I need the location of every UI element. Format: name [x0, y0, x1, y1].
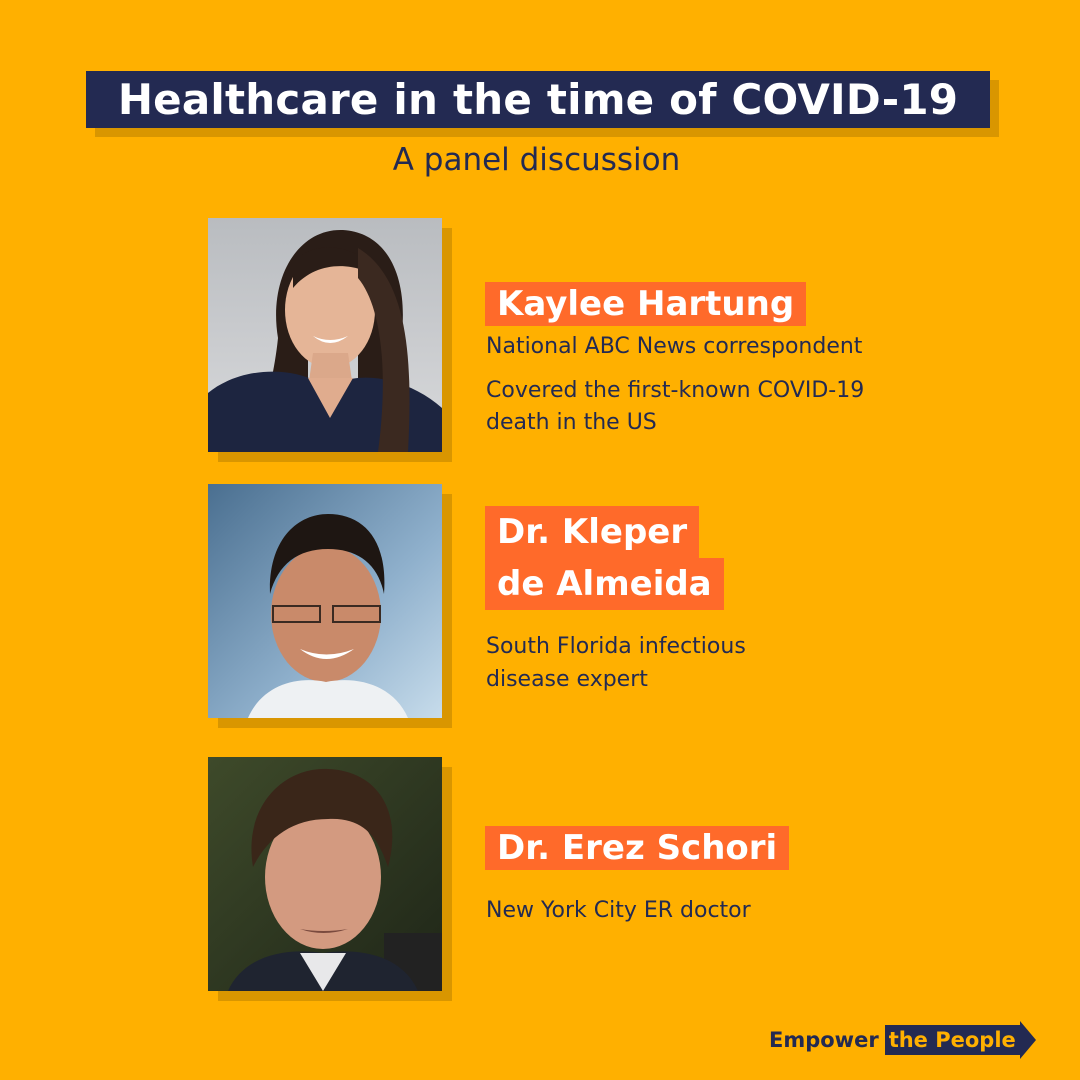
- page-subtitle: A panel discussion: [392, 142, 681, 178]
- panelist-1-name: Kaylee Hartung: [485, 282, 807, 326]
- page-title: Healthcare in the time of COVID-19: [86, 71, 990, 128]
- panelist-3-photo: [208, 757, 442, 991]
- panelist-3-name: Dr. Erez Schori: [485, 826, 790, 870]
- panelist-2-name-line-1: Dr. Kleper: [485, 506, 700, 558]
- panelist-2-detail-line-1: South Florida infectious: [486, 634, 746, 659]
- panelist-3-card: [208, 757, 452, 1001]
- panelist-1-detail-line-1: Covered the first-known COVID-19: [486, 378, 865, 403]
- logo-word-empower: Empower: [769, 1028, 879, 1052]
- panelist-2-name-line-2: de Almeida: [485, 558, 724, 610]
- empower-the-people-logo: Empower the People: [769, 1021, 1036, 1059]
- panelist-1-role: National ABC News correspondent: [486, 334, 863, 359]
- panelist-3-role: New York City ER doctor: [486, 898, 751, 923]
- panelist-2-card: [208, 484, 452, 728]
- panelist-2-photo: [208, 484, 442, 718]
- panelist-1-photo: [208, 218, 442, 452]
- panelist-1-detail-line-2: death in the US: [486, 410, 657, 435]
- panelist-2-detail-line-2: disease expert: [486, 667, 648, 692]
- logo-word-the-people: the People: [884, 1025, 1020, 1055]
- title-banner: Healthcare in the time of COVID-19: [86, 71, 999, 137]
- panelist-2-name: Dr. Kleper de Almeida: [485, 506, 724, 610]
- arrow-right-icon: [1019, 1021, 1036, 1059]
- panelist-1-card: [208, 218, 452, 462]
